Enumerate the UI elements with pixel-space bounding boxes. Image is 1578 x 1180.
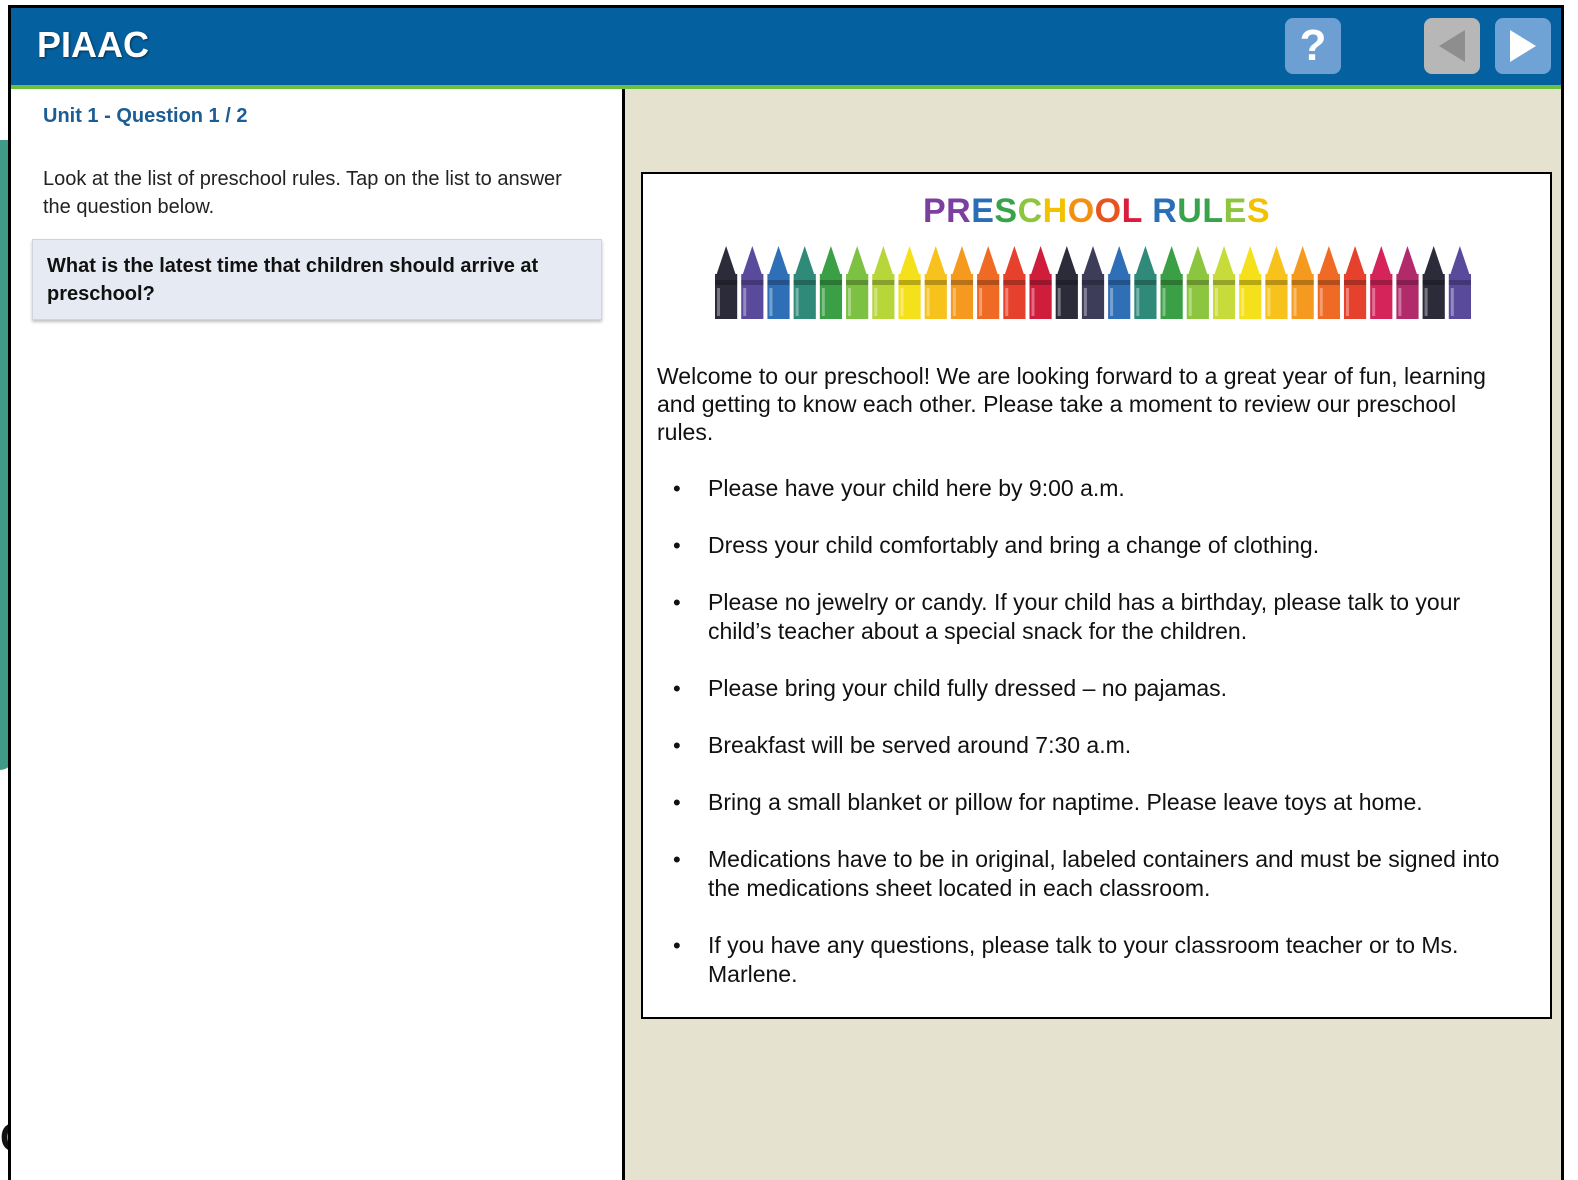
title-letter: L xyxy=(1202,192,1224,230)
crayon xyxy=(872,246,895,319)
header-bar: PIAAC ? xyxy=(11,8,1561,89)
rules-list[interactable]: Please have your child here by 9:00 a.m.… xyxy=(657,474,1527,1017)
crayon xyxy=(1239,246,1262,319)
crayon xyxy=(1396,246,1419,319)
crayon xyxy=(924,246,947,319)
previous-button[interactable] xyxy=(1424,18,1480,74)
help-icon: ? xyxy=(1299,21,1327,70)
title-letter: E xyxy=(971,192,995,230)
title-letter: P xyxy=(922,192,947,230)
crayon xyxy=(898,246,921,319)
instructions-text: Look at the list of preschool rules. Tap… xyxy=(43,168,562,218)
rule-item[interactable]: Bring a small blanket or pillow for napt… xyxy=(657,788,1527,817)
assessment-window: PIAAC ? Unit 1 - Question 1 / 2 Look at … xyxy=(8,5,1564,1180)
crayon xyxy=(1055,246,1078,319)
crayon xyxy=(1003,246,1026,319)
title-letter xyxy=(1142,192,1152,230)
crayon xyxy=(1370,246,1393,319)
title-letter: R xyxy=(1152,192,1178,230)
title-letter: O xyxy=(1067,192,1095,230)
rule-item[interactable]: Dress your child comfortably and bring a… xyxy=(657,531,1527,560)
rule-item[interactable]: Breakfast will be served around 7:30 a.m… xyxy=(657,731,1527,760)
rule-item[interactable]: Please have your child here by 9:00 a.m. xyxy=(657,474,1527,503)
title-letter: O xyxy=(1094,192,1122,230)
rule-item[interactable]: Please bring your child fully dressed – … xyxy=(657,674,1527,703)
question-box: What is the latest time that children sh… xyxy=(32,239,602,320)
title-letter: E xyxy=(1223,192,1247,230)
crayon xyxy=(1265,246,1288,319)
next-button[interactable] xyxy=(1495,18,1551,74)
title-letter: S xyxy=(1246,192,1271,230)
crayon xyxy=(767,246,790,319)
crayon xyxy=(1160,246,1183,319)
title-letter: S xyxy=(994,192,1018,230)
question-panel: Unit 1 - Question 1 / 2 Look at the list… xyxy=(11,89,622,1180)
crayon xyxy=(1422,246,1445,319)
document-title: PRESCHOOL RULES xyxy=(643,192,1550,231)
welcome-paragraph[interactable]: Welcome to our preschool! We are looking… xyxy=(657,362,1517,446)
crayon xyxy=(1317,246,1340,319)
rule-item[interactable]: Please no jewelry or candy. If your chil… xyxy=(657,588,1527,646)
crayon xyxy=(1212,246,1236,319)
title-letter: U xyxy=(1177,192,1203,230)
crayon xyxy=(977,246,1000,319)
crayon xyxy=(1343,246,1367,319)
crayon xyxy=(1448,246,1471,319)
question-number: Unit 1 - Question 1 / 2 xyxy=(43,105,248,127)
crayon xyxy=(793,246,816,319)
crayon xyxy=(1134,246,1157,319)
crayon xyxy=(1186,246,1209,319)
title-letter: H xyxy=(1042,192,1068,230)
rule-item[interactable]: Medications have to be in original, labe… xyxy=(657,845,1527,903)
title-letter: R xyxy=(946,192,972,230)
title-letter: L xyxy=(1121,192,1143,230)
crayon xyxy=(950,246,974,319)
preschool-rules-document[interactable]: PRESCHOOL RULES Welcome to our preschool… xyxy=(641,172,1552,1019)
crayons-banner-image xyxy=(715,246,1471,319)
stimulus-panel: PRESCHOOL RULES Welcome to our preschool… xyxy=(625,89,1561,1180)
right-arrow-icon xyxy=(1510,30,1536,62)
crayon xyxy=(846,246,869,319)
help-button[interactable]: ? xyxy=(1285,18,1341,74)
crayon xyxy=(819,246,843,319)
title-letter: C xyxy=(1017,192,1043,230)
crayon xyxy=(1029,246,1052,319)
crayon xyxy=(1291,246,1314,319)
question-text: What is the latest time that children sh… xyxy=(47,255,539,305)
crayon xyxy=(741,246,764,319)
crayon xyxy=(1081,246,1105,319)
left-arrow-icon xyxy=(1439,30,1465,62)
app-title: PIAAC xyxy=(37,24,150,65)
rule-item[interactable]: If you have any questions, please talk t… xyxy=(657,931,1527,989)
crayon xyxy=(715,246,738,319)
crayon xyxy=(1108,246,1131,319)
